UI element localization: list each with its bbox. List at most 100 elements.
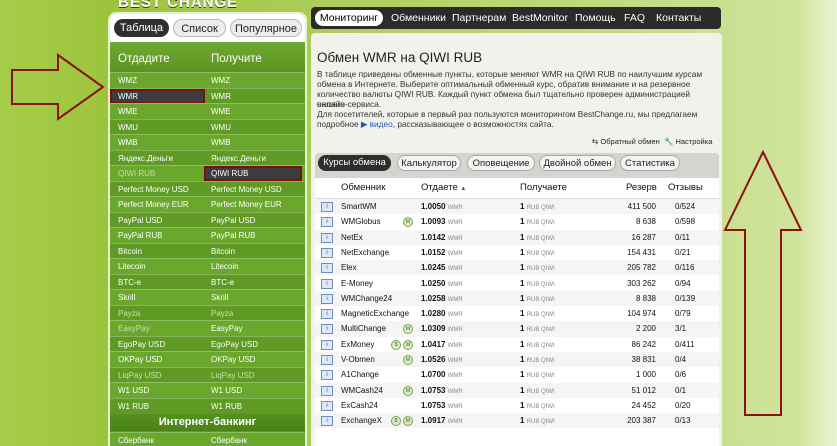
get-currency-option[interactable]: LiqPay USD [211, 368, 255, 383]
site-logo[interactable]: BEST CHANGE [118, 0, 238, 11]
get-currency-option[interactable]: PayPal USD [211, 213, 255, 228]
get-currency-option[interactable]: Skrill [211, 290, 228, 305]
table-row[interactable]: i NetEx 1.0142 WMR 1 RUB QIWI 16 287 0/11 [315, 229, 719, 245]
tab-popular[interactable]: Популярное [230, 19, 302, 37]
reviews-link[interactable]: 0/598 [675, 217, 695, 226]
give-currency-option[interactable]: QIWI RUB [118, 166, 155, 181]
col-get[interactable]: Получаете [520, 182, 567, 193]
col-give[interactable]: Отдаете ▲ [421, 182, 466, 193]
nav-help[interactable]: Помощь [575, 10, 616, 26]
reviews-link[interactable]: 0/20 [675, 401, 691, 410]
table-row[interactable]: i A1Change 1.0700 WMR 1 RUB QIWI 1 000 0/6 [315, 367, 719, 383]
reviews-link[interactable]: 0/21 [675, 248, 691, 257]
nav-faq[interactable]: FAQ [624, 10, 645, 26]
give-currency-option[interactable]: WMU [118, 120, 138, 135]
get-currency-option[interactable]: Bitcoin [211, 244, 235, 259]
reviews-link[interactable]: 0/139 [675, 294, 695, 303]
reviews-link[interactable]: 3/1 [675, 324, 686, 333]
tab-list[interactable]: Список [173, 19, 226, 37]
give-currency-option[interactable]: Perfect Money USD [118, 182, 189, 197]
give-currency-option[interactable]: W1 USD [118, 383, 149, 398]
table-row[interactable]: i WMCash24 M 1.0753 WMR 1 RUB QIWI 51 012 0/1 [315, 382, 719, 398]
reviews-link[interactable]: 0/1 [675, 386, 686, 395]
give-currency-option[interactable]: OKPay USD [118, 352, 162, 367]
get-currency-option[interactable]: Payza [211, 306, 233, 321]
info-icon[interactable]: i [321, 232, 333, 243]
nav-partners[interactable]: Партнерам [452, 10, 506, 26]
exchanger-name[interactable]: WMCash24 [341, 386, 383, 395]
table-row[interactable]: i MagneticExchange 1.0280 WMR 1 RUB QIWI 104… [315, 306, 719, 322]
give-currency-option[interactable]: WMR [118, 89, 138, 104]
get-currency-option[interactable]: Perfect Money EUR [211, 197, 282, 212]
settings-link[interactable]: 🔧 Настройка [664, 137, 712, 146]
exchanger-name[interactable]: NetEx [341, 233, 363, 242]
give-currency-option[interactable]: Perfect Money EUR [118, 197, 189, 212]
get-currency-option[interactable]: BTC-e [211, 275, 234, 290]
tab-calculator[interactable]: Калькулятор [397, 155, 461, 171]
info-icon[interactable]: i [321, 202, 333, 212]
info-icon[interactable]: i [321, 370, 333, 381]
give-currency-option[interactable]: LiqPay USD [118, 368, 162, 383]
get-currency-option[interactable]: Сбербанк [211, 433, 247, 446]
exchanger-name[interactable]: MagneticExchange [341, 309, 409, 318]
table-row[interactable]: i MultiChange M 1.0309 WMR 1 RUB QIWI 2 200 3/… [315, 321, 719, 337]
tab-exchange-rates[interactable]: Курсы обмена [318, 155, 391, 171]
get-currency-option[interactable]: EasyPay [211, 321, 243, 336]
get-currency-option[interactable]: W1 RUB [211, 399, 242, 414]
reviews-link[interactable]: 0/4 [675, 355, 686, 364]
table-row[interactable]: i E-Money 1.0250 WMR 1 RUB QIWI 303 262 0/94 [315, 275, 719, 291]
table-row[interactable]: i NetExchange 1.0152 WMR 1 RUB QIWI 154 431 0… [315, 244, 719, 261]
give-currency-option[interactable]: Яндекс.Деньги [118, 151, 173, 166]
exchanger-name[interactable]: ExMoney [341, 340, 374, 349]
reverse-exchange-link[interactable]: ⇆ Обратный обмен [592, 137, 660, 146]
exchanger-name[interactable]: WMGlobus [341, 217, 381, 226]
give-currency-option[interactable]: W1 RUB [118, 399, 149, 414]
get-currency-option[interactable]: WME [211, 104, 231, 119]
reviews-link[interactable]: 0/11 [675, 233, 690, 242]
info-icon[interactable]: i [321, 416, 333, 427]
get-currency-option[interactable]: Perfect Money USD [211, 182, 282, 197]
get-currency-option[interactable]: WMU [211, 120, 231, 135]
video-link[interactable]: видео [370, 119, 393, 129]
get-currency-option[interactable]: QIWI RUB [211, 166, 248, 181]
get-currency-option[interactable]: WMZ [211, 73, 230, 88]
table-row[interactable]: i ExCash24 1.0753 WMR 1 RUB QIWI 24 452 0/20 [315, 397, 719, 414]
give-currency-option[interactable]: WME [118, 104, 138, 119]
give-currency-option[interactable]: Сбербанк [118, 433, 154, 446]
table-row[interactable]: i WMGlobus M 1.0093 WMR 1 RUB QIWI 8 638 0/598 [315, 214, 719, 230]
nav-bestmonitor[interactable]: BestMonitor [512, 10, 568, 26]
reviews-link[interactable]: 0/6 [675, 370, 686, 379]
get-currency-option[interactable]: EgoPay USD [211, 337, 258, 352]
exchanger-name[interactable]: A1Change [341, 370, 379, 379]
exchanger-name[interactable]: NetExchange [341, 248, 389, 257]
give-currency-option[interactable]: Payza [118, 306, 140, 321]
info-icon[interactable]: i [321, 400, 333, 411]
table-row[interactable]: i ExMoney $ M 1.0417 WMR 1 RUB QIWI 86 242 0/41… [315, 336, 719, 352]
exchanger-name[interactable]: ExchangeX [341, 416, 382, 425]
get-currency-option[interactable]: Яндекс.Деньги [211, 151, 266, 166]
give-currency-option[interactable]: PayPal USD [118, 213, 162, 228]
get-currency-option[interactable]: WMR [211, 89, 231, 104]
table-row[interactable]: i V-Obmen M 1.0526 WMR 1 RUB QIWI 38 831 0/4 [315, 352, 719, 368]
reviews-link[interactable]: 0/94 [675, 279, 691, 288]
exchanger-name[interactable]: SmartWM [341, 202, 377, 211]
table-row[interactable]: i Elex 1.0245 WMR 1 RUB QIWI 205 782 0/116 [315, 260, 719, 276]
exchanger-name[interactable]: E-Money [341, 279, 373, 288]
table-row[interactable]: i ExchangeX $ M 1.0917 WMR 1 RUB QIWI 203 387 0… [315, 413, 719, 429]
tab-notification[interactable]: Оповещение [467, 155, 535, 171]
exchanger-name[interactable]: ExCash24 [341, 401, 378, 410]
get-currency-option[interactable]: OKPay USD [211, 352, 255, 367]
table-row[interactable]: i WMChange24 1.0258 WMR 1 RUB QIWI 8 838 0/13… [315, 290, 719, 307]
reviews-link[interactable]: 0/116 [675, 263, 694, 272]
give-currency-option[interactable]: Skrill [118, 290, 135, 305]
info-icon[interactable]: i [321, 293, 333, 304]
give-currency-option[interactable]: WMZ [118, 73, 137, 88]
info-icon[interactable]: i [321, 385, 333, 396]
reviews-link[interactable]: 0/79 [675, 309, 691, 318]
col-exchanger[interactable]: Обменник [341, 182, 385, 193]
tab-table[interactable]: Таблица [114, 19, 169, 37]
info-icon[interactable]: i [321, 263, 333, 274]
exchanger-name[interactable]: Elex [341, 263, 357, 272]
exchanger-name[interactable]: V-Obmen [341, 355, 375, 364]
get-currency-option[interactable]: WMB [211, 135, 231, 150]
